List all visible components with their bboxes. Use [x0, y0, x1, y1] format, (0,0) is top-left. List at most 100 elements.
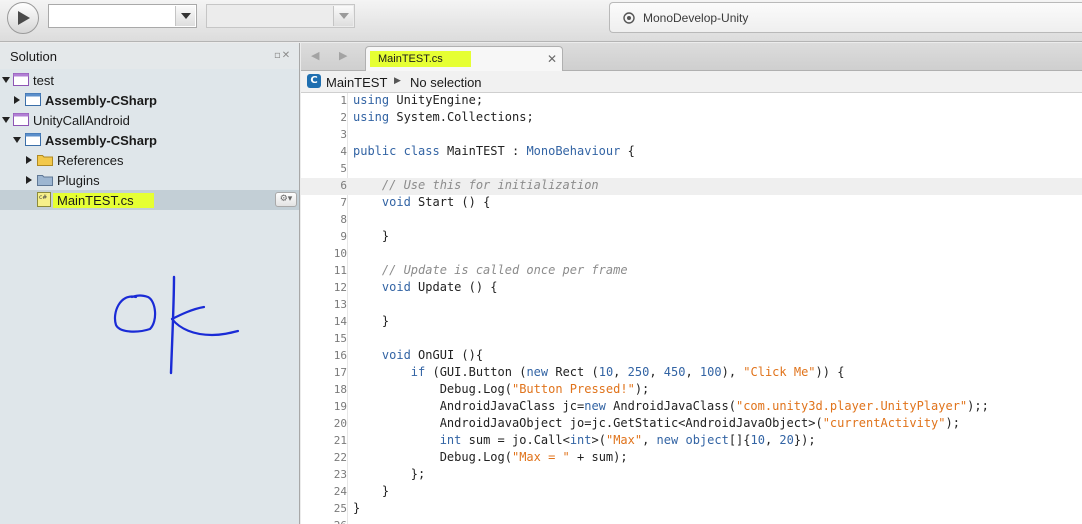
nav-forward-icon[interactable]: ▶ [339, 49, 347, 62]
status-area: MonoDevelop-Unity [609, 2, 1082, 33]
code-text: int sum = jo.Call<int>("Max", new object… [439, 433, 816, 447]
line-number: 21 [333, 434, 347, 447]
svg-text:c#: c# [39, 194, 47, 201]
tree-item-label: Assembly-CSharp [45, 93, 157, 108]
handwritten-ok-drawing [113, 275, 240, 375]
code-text: } [353, 229, 390, 243]
expander-expanded-icon[interactable] [2, 77, 10, 83]
tree-item-assembly-csharp[interactable]: Assembly-CSharp [0, 130, 299, 150]
chevron-down-icon[interactable] [333, 6, 353, 26]
nav-back-icon[interactable]: ◀ [311, 49, 319, 62]
line-number: 18 [333, 383, 347, 396]
code-line[interactable]: 3 [301, 127, 1082, 144]
solution-icon [13, 73, 29, 86]
code-text: } [353, 501, 361, 515]
csharp-file-icon: c# [37, 192, 51, 207]
status-text: MonoDevelop-Unity [643, 11, 749, 25]
line-number: 13 [333, 298, 347, 311]
code-line[interactable]: 14 } [301, 314, 1082, 331]
line-number: 16 [333, 349, 347, 362]
tree-item-maintest-cs[interactable]: c# MainTEST.cs ⚙▾ [0, 190, 299, 210]
code-text: // Use this for initialization [381, 178, 599, 192]
tree-item-references[interactable]: References [0, 150, 299, 170]
code-line[interactable]: 10 [301, 246, 1082, 263]
code-text: }; [353, 467, 426, 481]
code-line[interactable]: 17 if (GUI.Button (new Rect (10, 250, 45… [301, 365, 1082, 382]
build-config-combo[interactable] [48, 4, 197, 28]
line-number: 3 [340, 128, 347, 141]
code-text: // Update is called once per frame [381, 263, 628, 277]
code-line[interactable]: 12 void Update () { [301, 280, 1082, 297]
tree-item-label: References [57, 153, 124, 168]
expander-expanded-icon[interactable] [13, 137, 21, 143]
code-line[interactable]: 23 }; [301, 467, 1082, 484]
code-text: using UnityEngine; [353, 93, 484, 107]
line-number: 10 [333, 247, 347, 260]
tree-item-label: Plugins [57, 173, 100, 188]
tab-label: MainTEST.cs [370, 51, 471, 67]
code-line[interactable]: 22 Debug.Log("Max = " + sum); [301, 450, 1082, 467]
tree-item-assembly-csharp[interactable]: Assembly-CSharp [0, 90, 299, 110]
code-line[interactable]: 20 AndroidJavaObject jo=jc.GetStatic<And… [301, 416, 1082, 433]
line-number: 14 [333, 315, 347, 328]
code-line[interactable]: 6 // Use this for initialization [301, 178, 1082, 195]
tree-item-plugins[interactable]: Plugins [0, 170, 299, 190]
line-number: 5 [340, 162, 347, 175]
expander-collapsed-icon[interactable] [14, 96, 20, 104]
tree-item-label: MainTEST.cs [53, 193, 154, 208]
code-text: AndroidJavaObject jo=jc.GetStatic<Androi… [439, 416, 960, 430]
path-class-selector[interactable]: MainTEST [326, 75, 387, 90]
run-button[interactable] [7, 2, 39, 34]
expander-collapsed-icon[interactable] [26, 156, 32, 164]
code-line[interactable]: 9 } [301, 229, 1082, 246]
expander-collapsed-icon[interactable] [26, 176, 32, 184]
line-number: 19 [333, 400, 347, 413]
line-number: 17 [333, 366, 347, 379]
chevron-down-icon[interactable] [175, 6, 195, 26]
code-line[interactable]: 24 } [301, 484, 1082, 501]
solution-pane: Solution ▫✕ test Assembly-CSharp UnityCa… [0, 43, 300, 524]
tab-maintest-cs[interactable]: MainTEST.cs ✕ [365, 46, 563, 72]
code-line[interactable]: 2 using System.Collections; [301, 110, 1082, 127]
code-line[interactable]: 1 using UnityEngine; [301, 93, 1082, 110]
play-icon [18, 11, 30, 25]
code-line[interactable]: 26 [301, 518, 1082, 524]
code-line[interactable]: 18 Debug.Log("Button Pressed!"); [301, 382, 1082, 399]
code-line[interactable]: 19 AndroidJavaClass jc=new AndroidJavaCl… [301, 399, 1082, 416]
project-icon [25, 133, 41, 146]
pane-window-controls[interactable]: ▫✕ [274, 50, 291, 61]
tree-item-test-solution[interactable]: test [0, 70, 299, 90]
code-text: using System.Collections; [353, 110, 534, 124]
gear-icon: ⚙▾ [279, 194, 293, 204]
code-line[interactable]: 25} [301, 501, 1082, 518]
line-number: 26 [301, 519, 347, 524]
code-line[interactable]: 13 [301, 297, 1082, 314]
item-options-button[interactable]: ⚙▾ [275, 192, 297, 207]
code-line[interactable]: 5 [301, 161, 1082, 178]
close-icon[interactable]: ✕ [547, 52, 557, 66]
code-text: Debug.Log("Max = " + sum); [439, 450, 628, 464]
code-text: void OnGUI (){ [381, 348, 484, 362]
build-platform-combo[interactable] [206, 4, 355, 28]
tree-item-unitycallandroid-solution[interactable]: UnityCallAndroid [0, 110, 299, 130]
path-member-selector[interactable]: No selection [410, 75, 482, 90]
code-line[interactable]: 4 public class MainTEST : MonoBehaviour { [301, 144, 1082, 161]
code-line[interactable]: 8 [301, 212, 1082, 229]
code-line[interactable]: 11 // Update is called once per frame [301, 263, 1082, 280]
code-text: } [353, 484, 390, 498]
code-line[interactable]: 7 void Start () { [301, 195, 1082, 212]
code-line[interactable]: 21 int sum = jo.Call<int>("Max", new obj… [301, 433, 1082, 450]
line-number: 23 [333, 468, 347, 481]
code-text: void Start () { [381, 195, 491, 209]
line-number: 2 [340, 111, 347, 124]
line-number: 12 [333, 281, 347, 294]
tree-item-label: Assembly-CSharp [45, 133, 157, 148]
code-text: if (GUI.Button (new Rect (10, 250, 450, … [410, 365, 845, 379]
tree-item-label: test [33, 73, 54, 88]
code-text: AndroidJavaClass jc=new AndroidJavaClass… [439, 399, 989, 413]
editor-tab-bar: ◀ ▶ MainTEST.cs ✕ [301, 43, 1082, 72]
code-line[interactable]: 15 [301, 331, 1082, 348]
code-line[interactable]: 16 void OnGUI (){ [301, 348, 1082, 365]
code-text-area[interactable]: 1 using UnityEngine; 2 using System.Collect… [301, 93, 1082, 524]
expander-expanded-icon[interactable] [2, 117, 10, 123]
